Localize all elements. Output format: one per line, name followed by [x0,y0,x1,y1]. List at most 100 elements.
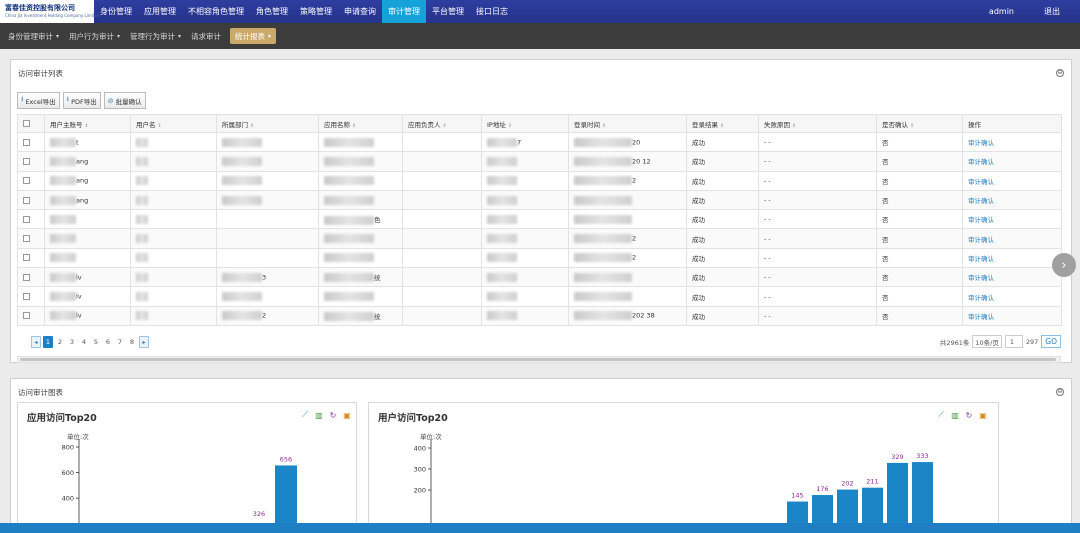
row-checkbox[interactable] [23,138,30,146]
page-number-button[interactable]: 8 [127,336,137,348]
nav-item-3[interactable]: 角色管理 [250,0,294,23]
column-header[interactable]: 操作 [962,114,1062,133]
column-header[interactable]: 所属部门 ⇕ [216,114,319,133]
cell-action[interactable]: 审计确认 [962,305,1062,326]
page-number-button[interactable]: 7 [115,336,125,348]
scrollbar-thumb[interactable] [20,358,1056,361]
cell-action[interactable]: 审计确认 [962,131,1062,153]
cell-text[interactable]: 审计确认 [968,139,994,147]
page-number-input[interactable]: 1 [1004,335,1023,348]
page-number-button[interactable]: 2 [55,336,65,348]
cell-text[interactable]: 审计确认 [968,294,994,302]
sort-icon[interactable]: ⇕ [352,123,356,129]
prev-page-button[interactable]: ◂ [31,336,41,348]
row-checkbox[interactable] [23,254,30,262]
column-header[interactable]: 失败原因 ⇕ [758,114,877,133]
cell-action[interactable]: 审计确认 [962,170,1062,191]
cell-text[interactable]: 审计确认 [968,197,994,205]
page-number-button[interactable]: 1 [43,336,53,348]
row-checkbox[interactable] [23,273,30,281]
column-header[interactable]: 登录时间 ⇕ [568,114,687,133]
nav-item-1[interactable]: 应用管理 [138,0,182,23]
row-checkbox[interactable] [23,312,30,320]
row-checkbox[interactable] [23,215,30,223]
page-number-button[interactable]: 3 [67,336,77,348]
sort-icon[interactable]: ⇕ [910,123,914,129]
collapse-icon[interactable]: ⊖ [1056,69,1064,77]
nav-item-4[interactable]: 策略管理 [294,0,338,23]
column-header[interactable]: 登录结果 ⇕ [686,114,759,133]
cell-text[interactable]: 审计确认 [968,158,994,166]
redacted-text [50,195,76,205]
column-header[interactable]: 是否确认 ⇕ [876,114,963,133]
column-header[interactable]: 应用负责人 ⇕ [402,114,482,133]
cell-action[interactable]: 审计确认 [962,151,1062,172]
cell-text[interactable]: 审计确认 [968,255,994,263]
nav-item-7[interactable]: 平台管理 [426,0,470,23]
nav-item-6[interactable]: 审计管理 [382,0,426,23]
cell-action[interactable]: 审计确认 [962,267,1062,288]
column-header[interactable]: 应用名称 ⇕ [318,114,403,133]
bar[interactable] [275,465,297,529]
horizontal-scrollbar[interactable] [17,356,1061,363]
cell-action[interactable]: 审计确认 [962,247,1062,269]
batch-confirm-button[interactable]: ⊘ 批量确认 [103,92,146,109]
sort-icon[interactable]: ⇕ [602,123,606,129]
select-all-checkbox[interactable] [23,120,30,127]
nav-item-2[interactable]: 不相容角色管理 [182,0,250,23]
nav-item-0[interactable]: 身份管理 [94,0,138,23]
pdf-export-button[interactable]: ⭳ PDF导出 [62,92,101,109]
bar[interactable] [887,462,908,529]
bar[interactable] [912,462,933,529]
sort-icon[interactable]: ⇕ [158,123,162,129]
logout-link[interactable]: 退出 [1044,6,1060,17]
row-checkbox[interactable] [23,196,30,204]
subnav-item-0[interactable]: 身份管理审计 ▾ [3,28,64,44]
column-header[interactable]: IP地址 ⇕ [481,114,569,133]
sort-icon[interactable]: ⇕ [250,123,254,129]
next-arrow-icon[interactable]: › [1052,253,1076,277]
next-page-button[interactable]: ▸ [139,336,149,348]
go-button[interactable]: GO [1041,335,1061,348]
cell-text[interactable]: 审计确认 [968,178,994,186]
row-checkbox[interactable] [23,157,30,165]
excel-export-button[interactable]: ⭳ Excel导出 [17,92,60,109]
column-header[interactable]: 用户主账号 ⇕ [44,114,131,133]
page-number-button[interactable]: 4 [79,336,89,348]
row-checkbox[interactable] [23,235,30,243]
cell-action[interactable]: 审计确认 [962,286,1062,307]
sort-icon[interactable]: ⇕ [443,123,447,129]
cell-text[interactable]: 审计确认 [968,274,994,282]
page-number-button[interactable]: 6 [103,336,113,348]
cell-text[interactable]: 审计确认 [968,236,994,244]
subnav-item-2[interactable]: 管理行为审计 ▾ [125,28,186,44]
cell-text[interactable]: 审计确认 [968,313,994,321]
user-name[interactable]: admin [989,7,1014,16]
bar-value-label: 326 [253,510,265,518]
page-size-select[interactable]: 10条/页 [972,335,1002,348]
bar-value-label: 202 [841,480,853,488]
sort-icon[interactable]: ⇕ [508,123,512,129]
table-row: lv 2 统 202 38 成功 - - 否 审计确认 [17,305,1062,326]
subnav-item-1[interactable]: 用户行为审计 ▾ [64,28,125,44]
nav-item-8[interactable]: 接口日志 [470,0,514,23]
nav-item-5[interactable]: 申请查询 [338,0,382,23]
sort-icon[interactable]: ⇕ [720,123,724,129]
sort-icon[interactable]: ⇕ [792,123,796,129]
pagination: ◂ 1 2 3 4 5 6 7 8 ▸ [31,336,149,348]
row-select-cell [17,267,45,288]
cell-text[interactable]: 审计确认 [968,216,994,224]
row-checkbox[interactable] [23,177,30,185]
sort-icon[interactable]: ⇕ [85,123,89,129]
row-checkbox[interactable] [23,293,30,301]
cell-action[interactable]: 审计确认 [962,189,1062,211]
subnav-item-3[interactable]: 请求审计 [186,28,226,44]
collapse-icon[interactable]: ⊖ [1056,388,1064,396]
company-logo[interactable]: 富春佳资控股有限公司 China Jia Investment Holding … [0,0,99,23]
column-header[interactable]: 用户名 ⇕ [130,114,217,133]
subnav-item-stat-report[interactable]: 统计报表 ▾ [230,28,277,44]
cell-action[interactable]: 审计确认 [962,228,1062,249]
page-number-button[interactable]: 5 [91,336,101,348]
cell-action[interactable]: 审计确认 [962,209,1062,230]
cell-result: 成功 [686,189,759,211]
